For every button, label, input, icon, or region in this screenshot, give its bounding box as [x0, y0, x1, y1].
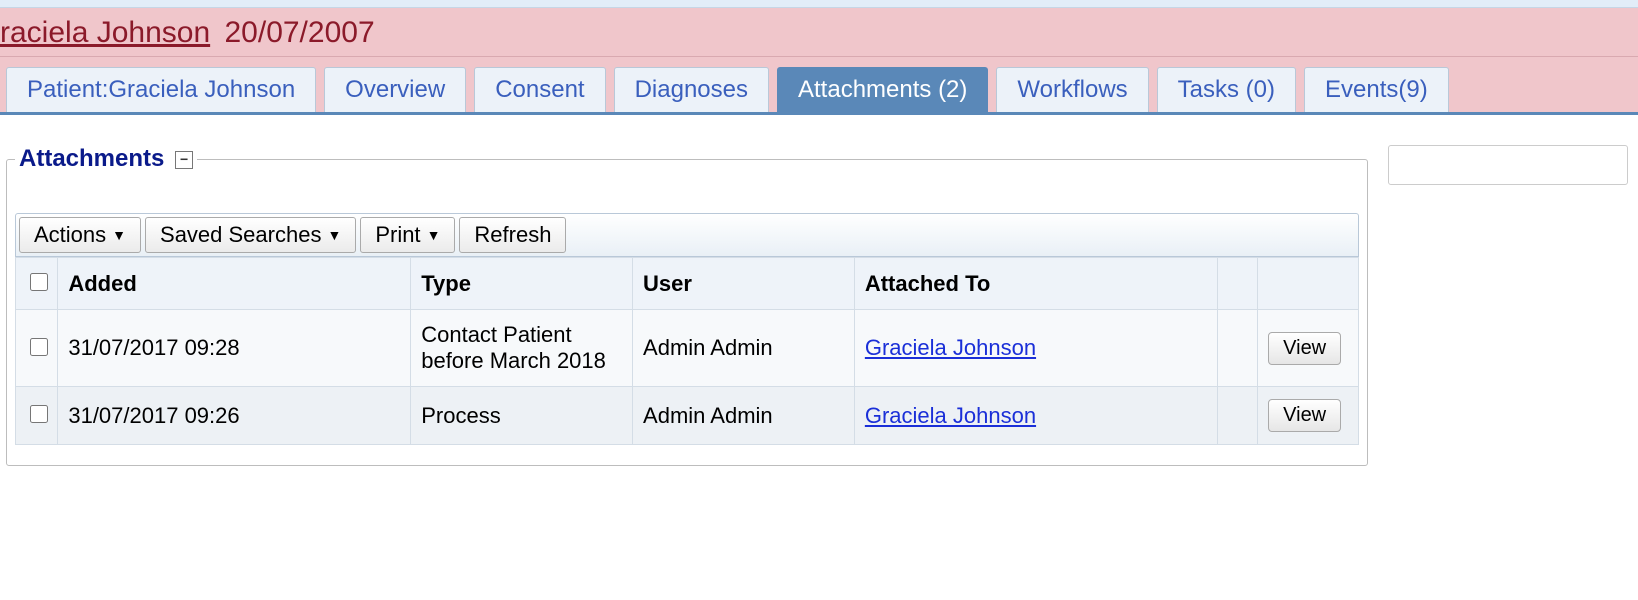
refresh-label: Refresh [474, 222, 551, 248]
tab-patient[interactable]: Patient:Graciela Johnson [6, 67, 316, 112]
tab-workflows[interactable]: Workflows [996, 67, 1148, 112]
print-button[interactable]: Print ▼ [360, 217, 455, 253]
select-all-checkbox[interactable] [30, 273, 48, 291]
cell-type: Contact Patient before March 2018 [411, 310, 633, 387]
attached-to-link[interactable]: Graciela Johnson [865, 403, 1036, 428]
collapse-icon[interactable]: − [175, 151, 193, 169]
patient-dob: 20/07/2007 [224, 16, 374, 49]
cell-empty [1217, 387, 1257, 445]
tabs: Patient:Graciela Johnson Overview Consen… [0, 57, 1638, 115]
table-row: 31/07/2017 09:26 Process Admin Admin Gra… [16, 387, 1359, 445]
row-checkbox[interactable] [30, 338, 48, 356]
top-strip [0, 0, 1638, 8]
header-user[interactable]: User [633, 258, 855, 310]
refresh-button[interactable]: Refresh [459, 217, 566, 253]
tab-overview[interactable]: Overview [324, 67, 466, 112]
side-panel-box [1388, 145, 1628, 185]
header-added[interactable]: Added [58, 258, 411, 310]
chevron-down-icon: ▼ [427, 227, 441, 243]
tab-diagnoses[interactable]: Diagnoses [614, 67, 769, 112]
table-header-row: Added Type User Attached To [16, 258, 1359, 310]
header-type[interactable]: Type [411, 258, 633, 310]
saved-searches-button[interactable]: Saved Searches ▼ [145, 217, 356, 253]
row-checkbox[interactable] [30, 405, 48, 423]
print-label: Print [375, 222, 420, 248]
tab-consent[interactable]: Consent [474, 67, 605, 112]
cell-user: Admin Admin [633, 387, 855, 445]
view-button[interactable]: View [1268, 399, 1341, 432]
tab-tasks[interactable]: Tasks (0) [1157, 67, 1296, 112]
header-attached-to[interactable]: Attached To [854, 258, 1217, 310]
section-legend: Attachments − [15, 145, 197, 173]
table-row: 31/07/2017 09:28 Contact Patient before … [16, 310, 1359, 387]
cell-added: 31/07/2017 09:26 [58, 387, 411, 445]
header-action [1258, 258, 1359, 310]
patient-name-link[interactable]: raciela Johnson [0, 16, 210, 49]
section-title: Attachments [19, 145, 164, 172]
toolbar: Actions ▼ Saved Searches ▼ Print ▼ Refre… [15, 213, 1359, 257]
chevron-down-icon: ▼ [112, 227, 126, 243]
tab-attachments[interactable]: Attachments (2) [777, 67, 988, 112]
header-empty [1217, 258, 1257, 310]
tab-events[interactable]: Events(9) [1304, 67, 1449, 112]
cell-type: Process [411, 387, 633, 445]
cell-added: 31/07/2017 09:28 [58, 310, 411, 387]
attached-to-link[interactable]: Graciela Johnson [865, 335, 1036, 360]
header-checkbox-cell [16, 258, 58, 310]
patient-banner: raciela Johnson 20/07/2007 [0, 8, 1638, 57]
actions-button[interactable]: Actions ▼ [19, 217, 141, 253]
attachments-table: Added Type User Attached To 31/07/2017 0… [15, 257, 1359, 445]
actions-label: Actions [34, 222, 106, 248]
cell-empty [1217, 310, 1257, 387]
chevron-down-icon: ▼ [327, 227, 341, 243]
saved-searches-label: Saved Searches [160, 222, 321, 248]
attachments-section: Attachments − Actions ▼ Saved Searches ▼… [6, 145, 1368, 466]
cell-user: Admin Admin [633, 310, 855, 387]
view-button[interactable]: View [1268, 332, 1341, 365]
